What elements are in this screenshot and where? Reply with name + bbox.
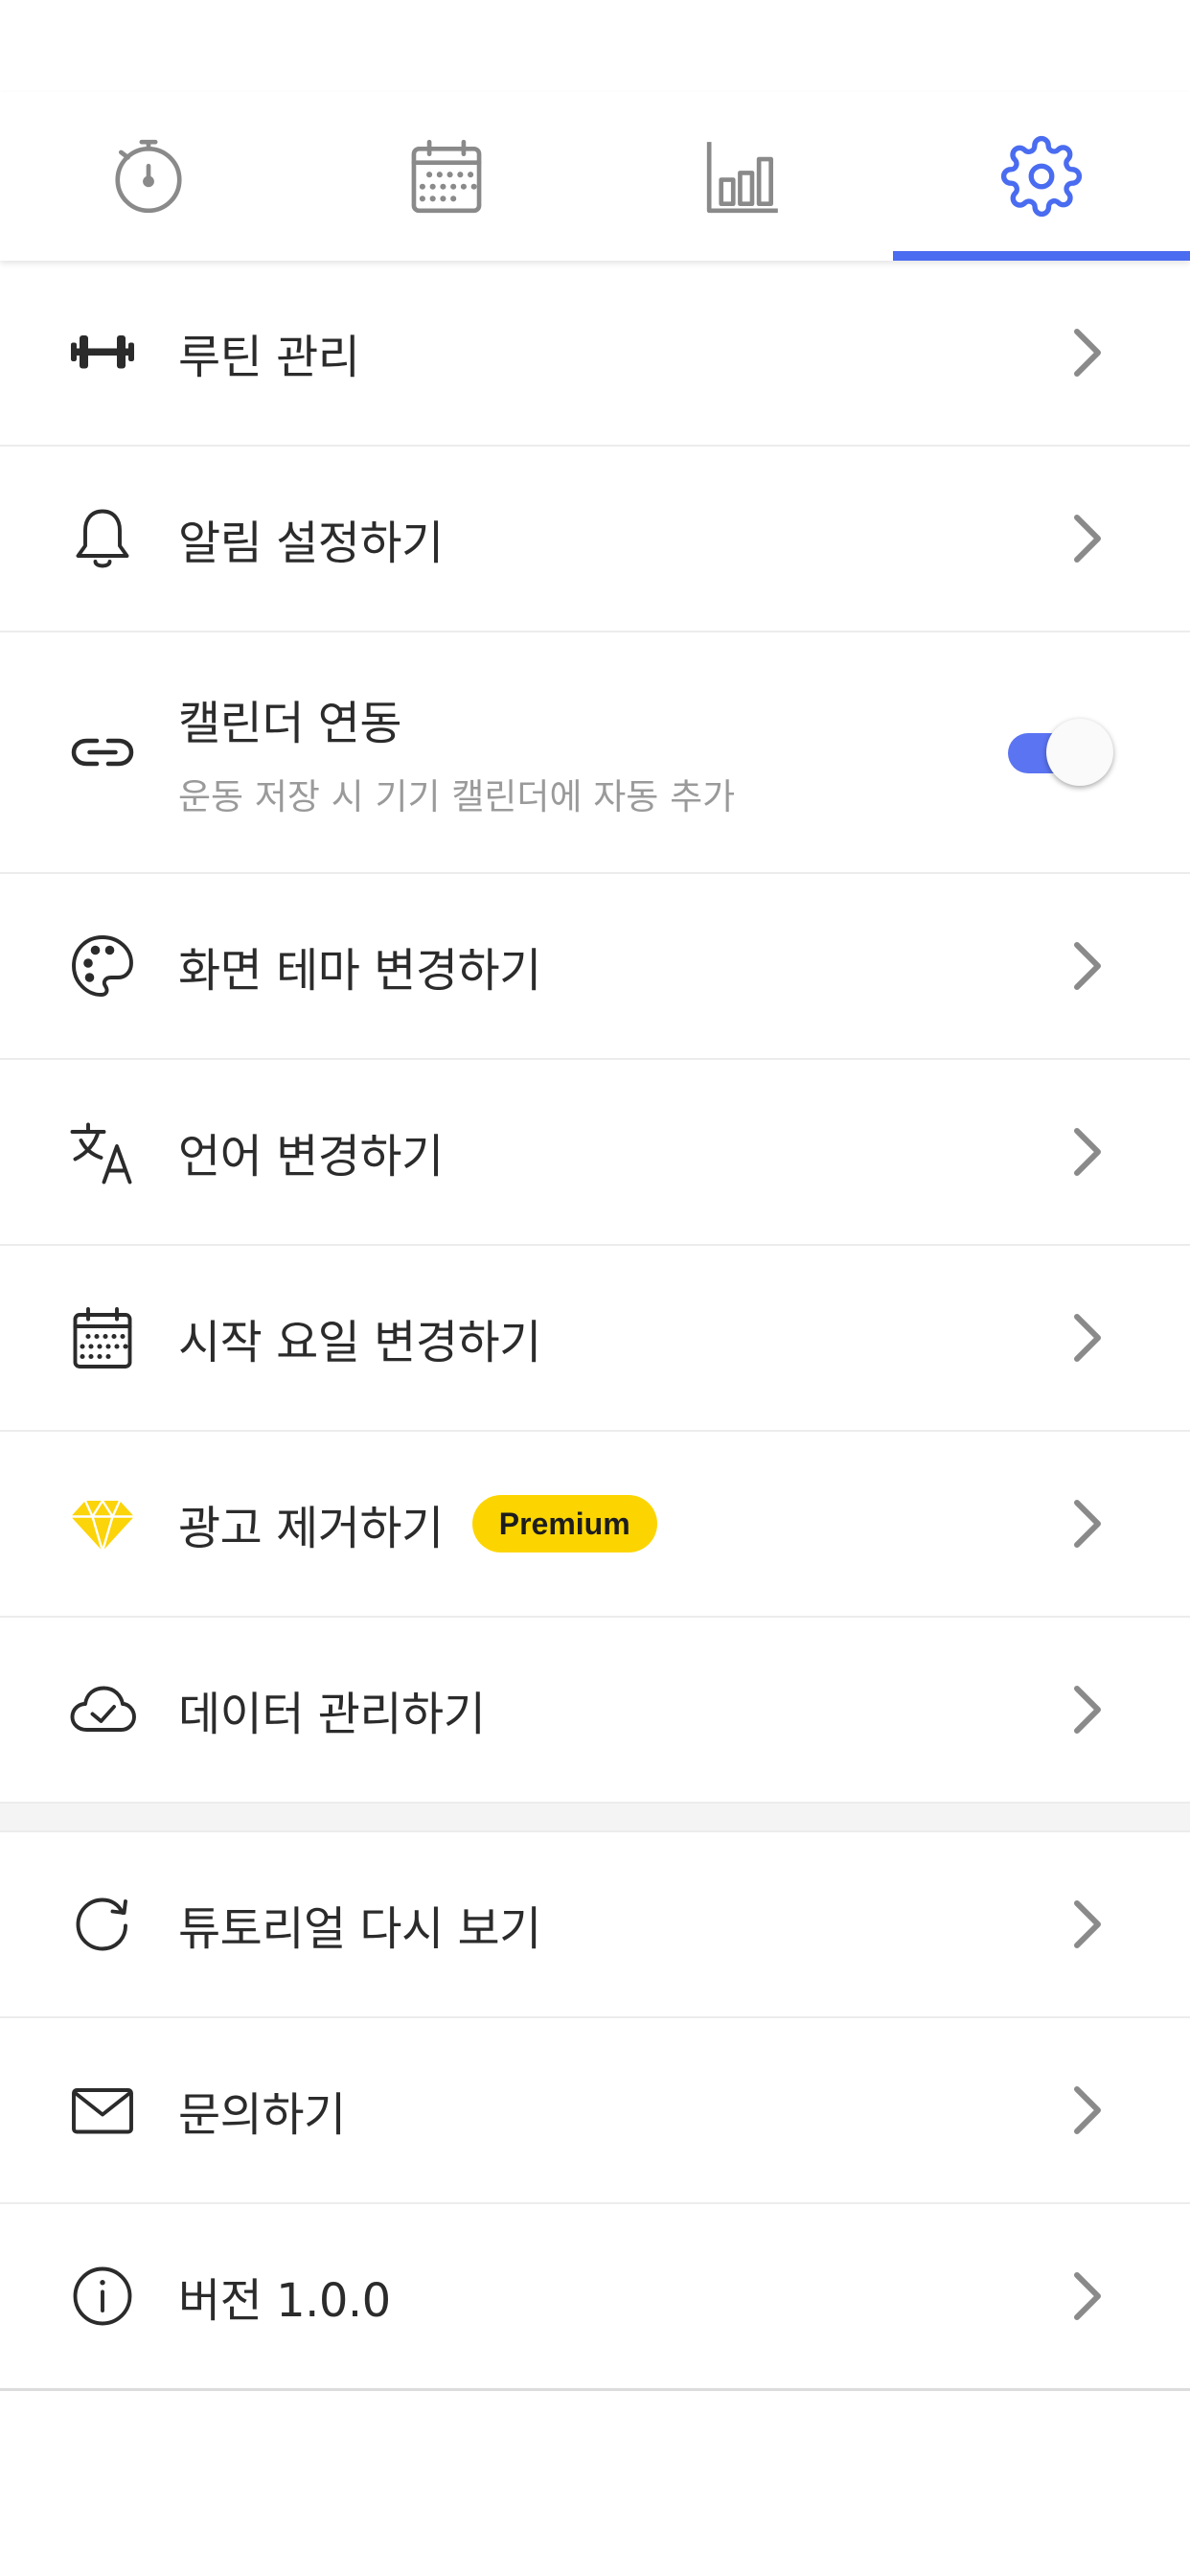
cloud-check-icon: [65, 1672, 140, 1747]
gear-icon: [1000, 135, 1082, 218]
chevron-right-icon: [1074, 1686, 1101, 1734]
bar-chart-icon: [707, 142, 779, 214]
calendar-icon: [411, 139, 482, 214]
menu-item-text: 데이터 관리하기: [178, 1676, 486, 1743]
menu-item-text: 광고 제거하기 Premium: [178, 1490, 657, 1557]
bell-icon: [65, 501, 140, 576]
menu-item-label: 문의하기: [178, 2088, 346, 2142]
stopwatch-icon: [115, 139, 182, 214]
chevron-right-icon: [1074, 1900, 1101, 1948]
link-icon: [65, 715, 140, 790]
chevron-right-icon: [1074, 942, 1101, 990]
menu-item-label: 화면 테마 변경하기: [178, 944, 541, 998]
menu-item-routine[interactable]: 루틴 관리: [0, 261, 1190, 447]
calendar-icon: [65, 1300, 140, 1375]
translate-icon: [65, 1115, 140, 1189]
tab-settings[interactable]: [892, 92, 1190, 261]
refresh-icon: [65, 1887, 140, 1962]
info-icon: [65, 2259, 140, 2334]
tab-statistics[interactable]: [595, 92, 893, 261]
menu-item-label: 알림 설정하기: [178, 517, 444, 570]
palette-icon: [65, 929, 140, 1003]
menu-item-version[interactable]: 버전 1.0.0: [0, 2204, 1190, 2391]
premium-badge: Premium: [471, 1495, 657, 1552]
menu-item-label: 데이터 관리하기: [178, 1688, 486, 1741]
menu-item-label: 시작 요일 변경하기: [178, 1316, 541, 1369]
chevron-right-icon: [1074, 1314, 1101, 1362]
menu-item-label: 캘린더 연동: [178, 697, 402, 750]
menu-item-language[interactable]: 언어 변경하기: [0, 1060, 1190, 1246]
chevron-right-icon: [1074, 329, 1101, 377]
dumbbell-icon: [65, 315, 140, 390]
mail-icon: [65, 2073, 140, 2148]
menu-item-calendar-sync[interactable]: 캘린더 연동 운동 저장 시 기기 캘린더에 자동 추가: [0, 632, 1190, 874]
tab-calendar[interactable]: [298, 92, 596, 261]
menu-item-tutorial[interactable]: 튜토리얼 다시 보기: [0, 1832, 1190, 2018]
menu-item-contact[interactable]: 문의하기: [0, 2018, 1190, 2204]
calendar-sync-toggle[interactable]: [1008, 719, 1113, 786]
chevron-right-icon: [1074, 2272, 1101, 2320]
menu-item-label: 루틴 관리: [178, 331, 360, 384]
tab-timer[interactable]: [0, 92, 298, 261]
menu-item-text: 문의하기: [178, 2077, 346, 2144]
menu-item-text: 시작 요일 변경하기: [178, 1304, 541, 1371]
menu-item-label: 튜토리얼 다시 보기: [178, 1902, 541, 1956]
section-divider: [0, 1804, 1190, 1832]
menu-item-label: 광고 제거하기: [178, 1502, 444, 1555]
top-tab-bar: [0, 92, 1190, 261]
menu-item-label: 언어 변경하기: [178, 1130, 444, 1184]
menu-item-text: 알림 설정하기: [178, 505, 444, 572]
menu-item-text: 화면 테마 변경하기: [178, 932, 541, 1000]
menu-item-text: 캘린더 연동 운동 저장 시 기기 캘린더에 자동 추가: [178, 685, 735, 819]
chevron-right-icon: [1074, 515, 1101, 563]
status-bar-area: [0, 0, 1190, 92]
menu-item-text: 루틴 관리: [178, 319, 360, 386]
diamond-icon: [65, 1486, 140, 1561]
menu-item-text: 튜토리얼 다시 보기: [178, 1891, 541, 1958]
toggle-knob: [1046, 719, 1113, 786]
chevron-right-icon: [1074, 2086, 1101, 2134]
menu-item-text: 버전 1.0.0: [178, 2263, 391, 2330]
menu-item-label-line: 광고 제거하기 Premium: [178, 1490, 657, 1557]
menu-item-label: 버전 1.0.0: [178, 2274, 391, 2328]
menu-item-data-management[interactable]: 데이터 관리하기: [0, 1618, 1190, 1804]
chevron-right-icon: [1074, 1500, 1101, 1548]
menu-item-start-day[interactable]: 시작 요일 변경하기: [0, 1246, 1190, 1432]
chevron-right-icon: [1074, 1128, 1101, 1176]
menu-item-theme[interactable]: 화면 테마 변경하기: [0, 874, 1190, 1060]
menu-item-text: 언어 변경하기: [178, 1118, 444, 1185]
menu-item-notification[interactable]: 알림 설정하기: [0, 447, 1190, 632]
menu-item-remove-ads[interactable]: 광고 제거하기 Premium: [0, 1432, 1190, 1618]
menu-item-description: 운동 저장 시 기기 캘린더에 자동 추가: [178, 776, 736, 817]
